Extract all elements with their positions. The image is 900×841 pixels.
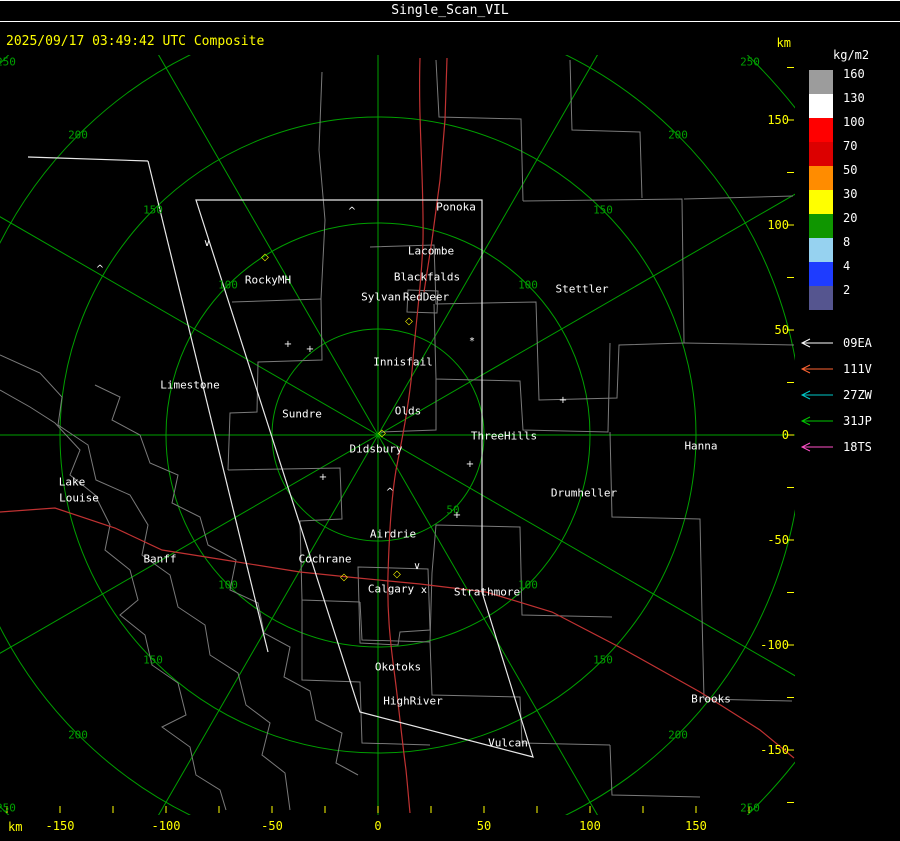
legend-color-swatch (809, 118, 833, 142)
radar-site-id: 27ZW (843, 388, 872, 402)
y-axis-unit: km (776, 36, 791, 50)
legend-color-swatch (809, 238, 833, 262)
x-axis-label: -100 (151, 819, 181, 833)
legend-entry: 2 (809, 283, 900, 310)
radar-site-legend-row: 18TS (799, 434, 900, 460)
legend-value: 100 (843, 115, 865, 129)
legend-value: 160 (843, 67, 865, 81)
legend-value: 2 (843, 283, 851, 297)
legend-color-swatch (809, 262, 833, 286)
radar-site-id: 18TS (843, 440, 872, 454)
radar-map[interactable]: Ponoka Lacombe Blackfalds Sylvan RedDeer Stet… (0, 55, 795, 815)
legend-unit-label: kg/m2 (833, 48, 870, 62)
radar-site-legend-row: 31JP (799, 408, 900, 434)
legend-color-swatch (809, 166, 833, 190)
radar-site-legend-row: 111V (799, 356, 900, 382)
site-arrow-icon (800, 364, 833, 374)
scan-timestamp: 2025/09/17 03:49:42 UTC Composite (6, 34, 265, 49)
site-arrow-icon (800, 390, 833, 400)
axis-tick-marks (6, 67, 794, 813)
legend-color-swatch (809, 70, 833, 94)
legend-color-swatch (809, 286, 833, 310)
legend-value: 30 (843, 187, 858, 201)
radar-viewer-window: Single_Scan_VIL 2025/09/17 03:49:42 UTC … (0, 0, 900, 841)
x-axis-label: -50 (261, 819, 283, 833)
x-axis-unit: km (8, 820, 23, 834)
window-title: Single_Scan_VIL (391, 3, 509, 18)
x-axis-label: 150 (685, 819, 707, 833)
legend-value: 20 (843, 211, 858, 225)
legend-value: 130 (843, 91, 865, 105)
site-arrow-icon (800, 338, 833, 348)
legend-entry: 20 (809, 211, 900, 238)
color-scale: 160 130 100 70 50 30 20 8 4 2 (809, 67, 900, 310)
radar-site-legend-row: 27ZW (799, 382, 900, 408)
radar-site-id: 09EA (843, 336, 872, 350)
x-axis-label: 50 (476, 819, 492, 833)
legend-value: 50 (843, 163, 858, 177)
legend-panel: kg/m2 160 130 100 70 50 30 20 8 4 2 09EA 111V 27ZW 3… (797, 48, 900, 460)
legend-color-swatch (809, 214, 833, 238)
legend-value: 8 (843, 235, 851, 249)
radar-map-canvas (0, 55, 795, 815)
radar-site-legend: 09EA 111V 27ZW 31JP 18TS (799, 330, 900, 460)
radar-site-id: 111V (843, 362, 872, 376)
legend-entry: 8 (809, 235, 900, 262)
legend-color-swatch (809, 190, 833, 214)
x-axis-label: 100 (579, 819, 601, 833)
window-titlebar[interactable]: Single_Scan_VIL (0, 0, 900, 22)
x-axis-label: 0 (374, 819, 382, 833)
radar-site-id: 31JP (843, 414, 872, 428)
legend-value: 4 (843, 259, 851, 273)
radar-site-legend-row: 09EA (799, 330, 900, 356)
legend-color-swatch (809, 94, 833, 118)
legend-value: 70 (843, 139, 858, 153)
site-arrow-icon (800, 416, 833, 426)
legend-color-swatch (809, 142, 833, 166)
legend-entry: 4 (809, 259, 900, 286)
site-arrow-icon (800, 442, 833, 452)
x-axis-label: -150 (45, 819, 75, 833)
